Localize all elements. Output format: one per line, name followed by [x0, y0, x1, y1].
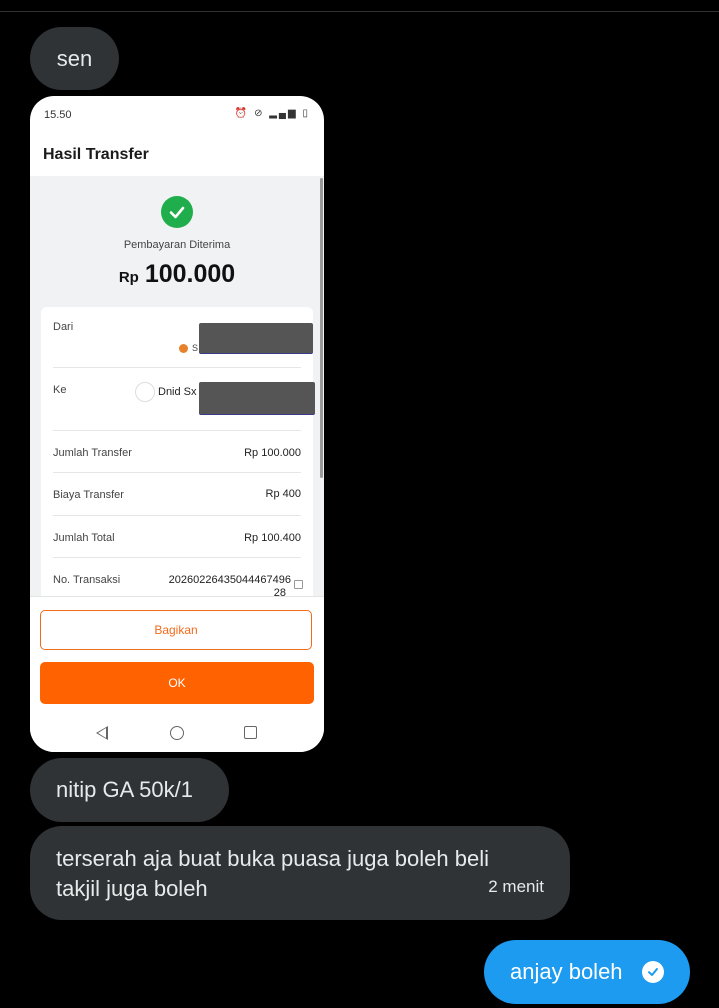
- top-divider: [0, 11, 719, 12]
- ok-button[interactable]: OK: [40, 662, 314, 704]
- recipient-avatar-icon: [135, 382, 155, 402]
- payment-status-label: Pembayaran Diterima: [123, 239, 231, 251]
- divider: [53, 367, 301, 368]
- fee-label: Biaya Transfer: [53, 489, 124, 501]
- currency-label: Rp: [118, 269, 139, 286]
- share-button[interactable]: Bagikan: [40, 610, 312, 650]
- message-timestamp: 2 menit: [488, 877, 544, 896]
- message-text: nitip GA 50k/1: [56, 777, 193, 802]
- transfer-details-card: Dari S Ke Dnid Sx Jumlah Transfer Rp 100…: [41, 307, 315, 607]
- transaction-number-line1: 20260226435044467496: [168, 574, 291, 586]
- message-text: anjay boleh: [510, 959, 623, 984]
- message-bubble-terserah[interactable]: terserah aja buat buka puasa juga boleh …: [30, 826, 570, 920]
- message-text: terserah aja buat buka puasa juga boleh …: [56, 846, 489, 901]
- from-label: Dari: [53, 321, 74, 333]
- read-check-icon: [642, 961, 664, 983]
- total-value: Rp 100.400: [244, 532, 301, 544]
- recipient-name: Dnid Sx: [158, 386, 197, 398]
- divider: [53, 557, 301, 558]
- sender-avatar-icon: [179, 344, 188, 353]
- message-bubble-sen[interactable]: sen: [30, 27, 119, 90]
- phone-status-bar: 15.50 ⏰ ⊘ ▂▄▆ ▯: [30, 96, 324, 136]
- redacted-sender: [199, 323, 313, 353]
- transfer-amount: Rp 100.000: [30, 260, 324, 289]
- redacted-recipient: [199, 382, 315, 414]
- divider: [53, 515, 301, 516]
- transaction-number-label: No. Transaksi: [53, 574, 121, 586]
- status-time: 15.50: [44, 109, 72, 121]
- message-bubble-outgoing[interactable]: anjay boleh: [484, 940, 690, 1004]
- total-label: Jumlah Total: [53, 532, 115, 544]
- status-icons: ⏰ ⊘ ▂▄▆ ▯: [234, 108, 310, 119]
- success-check-icon: [161, 196, 193, 228]
- nav-recents-icon[interactable]: [244, 726, 257, 739]
- message-bubble-nitip[interactable]: nitip GA 50k/1: [30, 758, 229, 822]
- transfer-amount-label: Jumlah Transfer: [53, 447, 132, 459]
- transfer-amount-value: Rp 100.000: [244, 447, 301, 459]
- sender-name-fragment: S: [192, 343, 199, 353]
- message-text: sen: [56, 45, 93, 71]
- amount-value: 100.000: [144, 260, 236, 288]
- divider: [53, 472, 301, 473]
- action-bar: Bagikan OK: [30, 596, 324, 752]
- scrollbar: [320, 178, 323, 478]
- transfer-screenshot-image[interactable]: 15.50 ⏰ ⊘ ▂▄▆ ▯ Hasil Transfer Pembayara…: [30, 96, 324, 752]
- page-title: Hasil Transfer: [43, 146, 149, 163]
- nav-back-icon-inner: [98, 728, 106, 738]
- nav-home-icon[interactable]: [170, 726, 184, 740]
- to-label: Ke: [53, 384, 67, 396]
- divider: [53, 430, 301, 431]
- fee-value: Rp 400: [265, 488, 301, 500]
- copy-icon[interactable]: [294, 580, 303, 589]
